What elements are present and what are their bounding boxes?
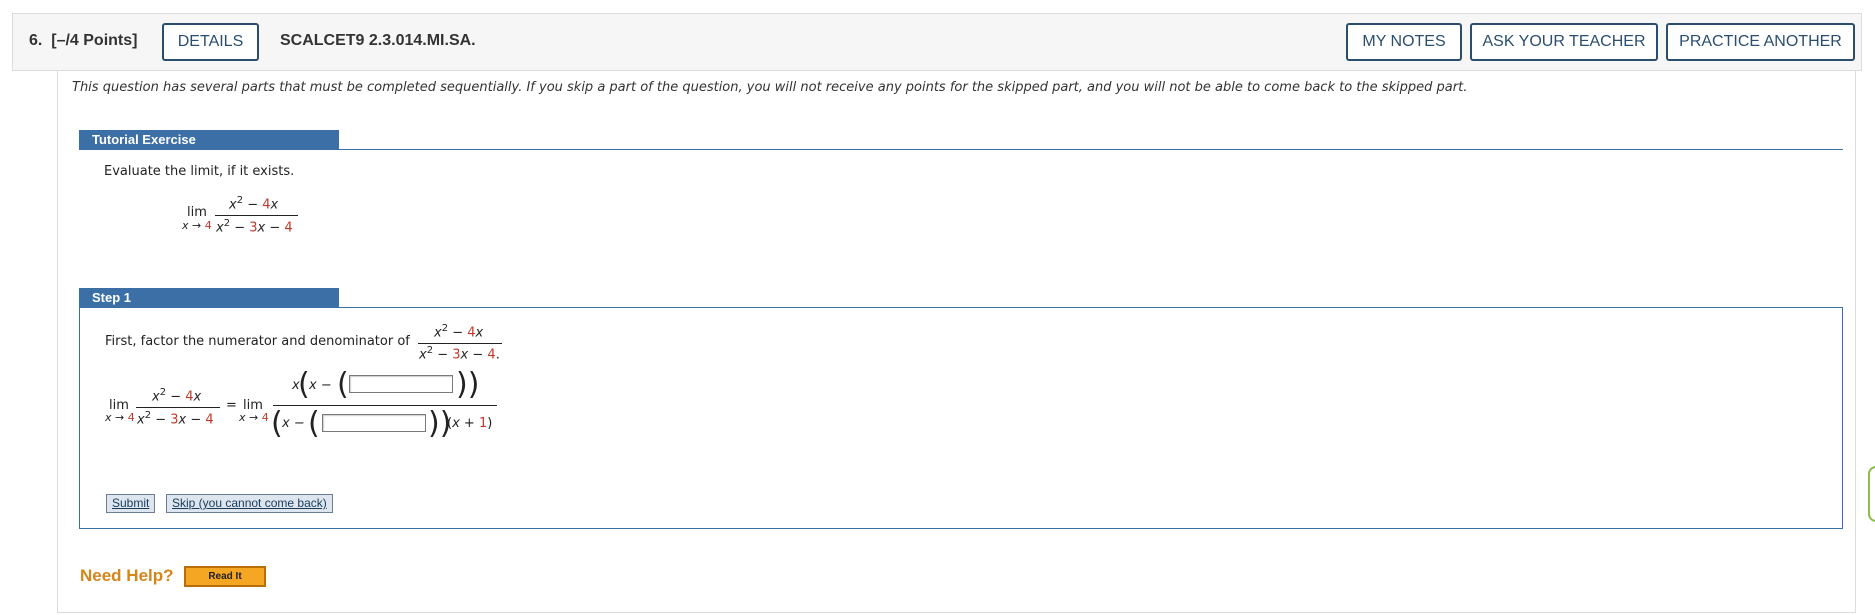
rhs-num-inner-open-paren: (	[337, 367, 349, 402]
practice-another-button[interactable]: PRACTICE ANOTHER	[1666, 23, 1855, 61]
tutorial-prompt: Evaluate the limit, if it exists.	[104, 164, 295, 179]
step1-instruction: First, factor the numerator and denomina…	[105, 334, 410, 349]
limit-operator: lim	[187, 205, 207, 220]
limit-subscript: x → 4	[182, 219, 212, 232]
numerator-answer-input[interactable]	[349, 375, 453, 393]
details-button[interactable]: DETAILS	[162, 23, 259, 61]
eq-rhs-subscript: x → 4	[239, 411, 269, 424]
read-it-button[interactable]: Read It	[184, 566, 266, 587]
points-label: [–/4 Points]	[51, 32, 138, 49]
side-feedback-tab[interactable]	[1868, 466, 1875, 522]
rhs-num-open-paren: (	[298, 367, 310, 402]
eq-lhs-fraction-bar	[136, 407, 220, 408]
rhs-den-factor: (x + 1)	[447, 416, 493, 431]
limit-numerator: x2 − 4x	[229, 195, 279, 213]
eq-lhs-subscript: x → 4	[105, 411, 135, 424]
rhs-num-close-parens: ))	[456, 367, 480, 402]
eq-lhs-denominator: x2 − 3x − 4	[137, 410, 214, 428]
step1-frac-denominator: x2 − 3x − 4.	[419, 345, 500, 363]
tutorial-divider	[79, 149, 1843, 150]
denominator-answer-input[interactable]	[322, 414, 426, 432]
rhs-den-inner-open-paren: (	[308, 406, 320, 441]
rhs-fraction-bar	[273, 405, 497, 406]
submit-button[interactable]: Submit	[106, 494, 156, 513]
step1-label: Step 1	[79, 288, 339, 307]
ask-your-teacher-button[interactable]: ASK YOUR TEACHER	[1470, 23, 1658, 61]
sequential-notice: This question has several parts that mus…	[72, 80, 1468, 95]
question-header: 6. [–/4 Points] DETAILS SCALCET9 2.3.014…	[12, 13, 1862, 71]
skip-button[interactable]: Skip (you cannot come back)	[166, 494, 333, 513]
step1-fraction-bar	[418, 343, 502, 344]
rhs-den-open-paren: (	[271, 406, 283, 441]
need-help-label: Need Help?	[80, 566, 174, 585]
fraction-bar	[215, 215, 298, 216]
tutorial-exercise-label: Tutorial Exercise	[79, 130, 339, 149]
limit-denominator: x2 − 3x − 4	[216, 218, 293, 236]
equals-sign: =	[226, 398, 237, 413]
question-id: SCALCET9 2.3.014.MI.SA.	[280, 32, 476, 49]
rhs-num-minus: x −	[309, 378, 332, 393]
eq-lhs-numerator: x2 − 4x	[152, 387, 202, 405]
question-number: 6. [–/4 Points]	[29, 32, 138, 49]
my-notes-button[interactable]: MY NOTES	[1346, 23, 1462, 61]
step1-frac-numerator: x2 − 4x	[434, 323, 484, 341]
rhs-den-minus: x −	[282, 416, 305, 431]
